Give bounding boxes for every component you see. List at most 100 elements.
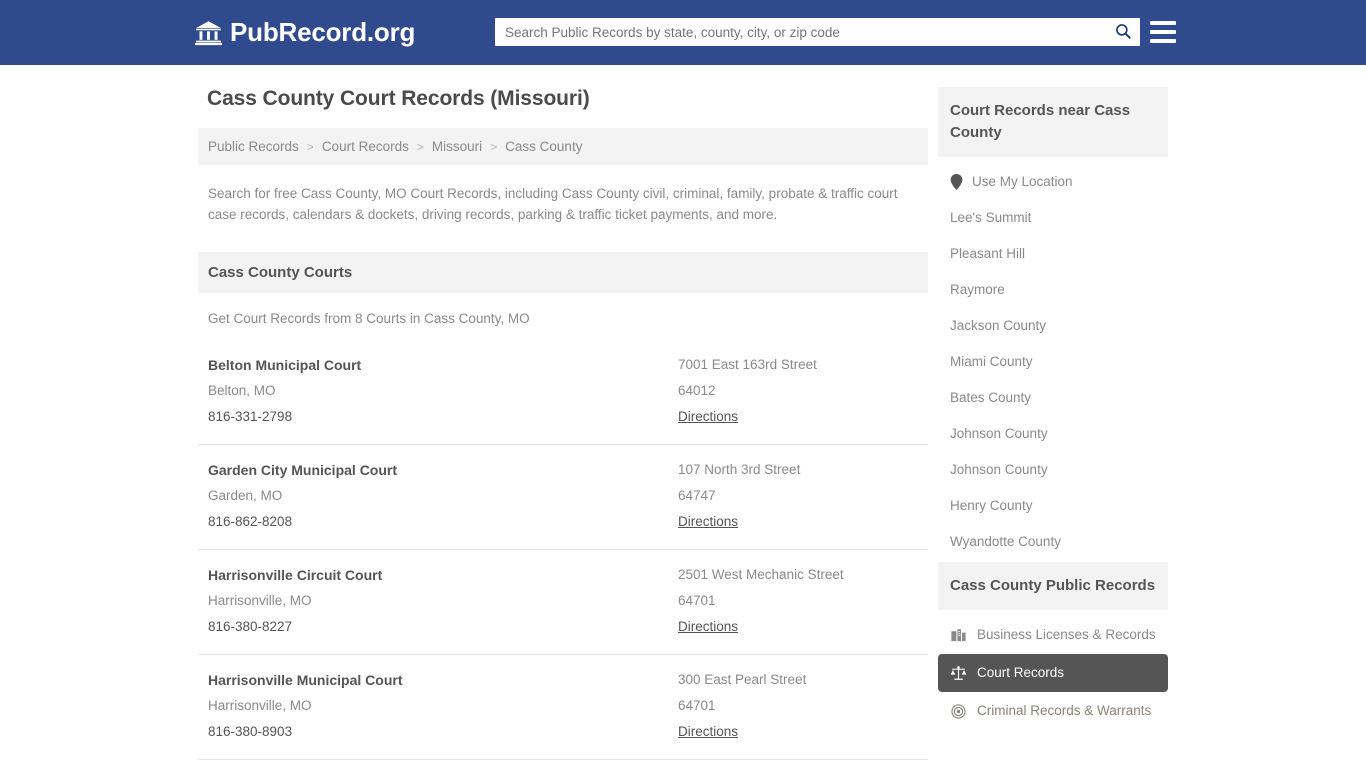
map-pin-icon [950,174,963,190]
page-intro-text: Search for free Cass County, MO Court Re… [208,186,898,222]
search-button[interactable] [1106,19,1140,45]
sidebar-item-label: Lee's Summit [950,210,1032,225]
courts-section-subheading: Get Court Records from 8 Courts in Cass … [208,311,530,326]
sidebar-item-bates-county[interactable]: Bates County [938,380,1168,416]
sidebar-item-label: Johnson County [950,426,1048,441]
sidebar-item-wyandotte-county[interactable]: Wyandotte County [938,524,1168,560]
nearby-panel-heading: Court Records near Cass County [938,87,1168,157]
sidebar-item-miami-county[interactable]: Miami County [938,344,1168,380]
court-right-cell: 2501 West Mechanic Street 64701 Directio… [678,562,918,640]
hamburger-bar-1 [1150,21,1176,25]
court-city-state: Belton, MO [208,383,276,398]
search-input[interactable] [495,19,1106,45]
court-left-cell: Garden City Municipal Court Garden, MO 8… [208,457,678,535]
main-column: Cass County Court Records (Missouri) Pub… [198,87,928,768]
sidebar-item-henry-county[interactable]: Henry County [938,488,1168,524]
court-name: Harrisonville Municipal Court [208,672,403,688]
table-row: Garden City Municipal Court Garden, MO 8… [198,445,928,550]
court-zip: 64747 [678,488,716,503]
breadcrumb-item-court-records[interactable]: Court Records [322,139,409,154]
court-street: 7001 East 163rd Street [678,357,817,372]
fingerprint-icon [950,703,967,720]
court-street: 107 North 3rd Street [678,462,801,477]
breadcrumb-item-missouri[interactable]: Missouri [432,139,482,154]
page-title: Cass County Court Records (Missouri) [207,87,590,110]
hamburger-menu-icon[interactable] [1150,19,1176,45]
courts-section-heading: Cass County Courts [198,252,928,293]
court-city-state: Garden, MO [208,488,283,503]
directions-link[interactable]: Directions [678,614,738,640]
sidebar-item-lees-summit[interactable]: Lee's Summit [938,200,1168,236]
court-phone: 816-380-8903 [208,724,293,739]
search-icon [1114,22,1132,43]
sidebar-item-label: Wyandotte County [950,534,1061,549]
court-city-state: Harrisonville, MO [208,593,312,608]
sidebar-item-label: Miami County [950,354,1033,369]
sidebar-item-label: Use My Location [972,174,1073,189]
public-records-list: Business Licenses & Records Court Record… [938,616,1168,730]
breadcrumb-separator: > [306,139,314,154]
table-row: Harrisonville Circuit Court Harrisonvill… [198,550,928,655]
court-name: Belton Municipal Court [208,357,362,373]
sidebar-item-johnson-county-2[interactable]: Johnson County [938,452,1168,488]
directions-link[interactable]: Directions [678,719,738,745]
public-records-panel-heading: Cass County Public Records [938,562,1168,610]
court-phone: 816-862-8208 [208,514,293,529]
sidebar-item-court-records[interactable]: Court Records [938,654,1168,692]
sidebar-item-label: Pleasant Hill [950,246,1026,261]
court-phone: 816-331-2798 [208,409,293,424]
breadcrumb-separator: > [490,139,498,154]
sidebar-item-jackson-county[interactable]: Jackson County [938,308,1168,344]
court-right-cell: 107 North 3rd Street 64747 Directions [678,457,918,535]
directions-link[interactable]: Directions [678,404,738,430]
sidebar-item-business-licenses[interactable]: Business Licenses & Records [938,616,1168,654]
court-street: 300 East Pearl Street [678,672,807,687]
court-zip: 64701 [678,698,716,713]
nearby-list: Use My Location Lee's Summit Pleasant Hi… [938,157,1168,560]
sidebar-item-criminal-records[interactable]: Criminal Records & Warrants [938,692,1168,730]
court-name: Harrisonville Circuit Court [208,567,383,583]
table-row: Belton Municipal Court Belton, MO 816-33… [198,340,928,445]
sidebar-item-label: Bates County [950,390,1032,405]
table-row: Harrisonville Municipal Court Harrisonvi… [198,655,928,760]
sidebar-item-label: Johnson County [950,462,1048,477]
sidebar-item-label: Criminal Records & Warrants [977,703,1152,718]
court-street: 2501 West Mechanic Street [678,567,844,582]
breadcrumb-item-public-records[interactable]: Public Records [208,139,299,154]
sidebar-item-label: Court Records [977,665,1065,680]
sidebar-item-label: Business Licenses & Records [977,627,1156,642]
sidebar-item-label: Raymore [950,282,1005,297]
nearby-records-panel: Court Records near Cass County Use My Lo… [938,87,1168,560]
business-building-icon [950,627,967,644]
sidebar-item-label: Henry County [950,498,1033,513]
court-left-cell: Belton Municipal Court Belton, MO 816-33… [208,352,678,430]
breadcrumb: Public Records > Court Records > Missour… [198,128,928,165]
sidebar-item-raymore[interactable]: Raymore [938,272,1168,308]
hamburger-bar-3 [1150,39,1176,43]
sidebar-item-pleasant-hill[interactable]: Pleasant Hill [938,236,1168,272]
directions-link[interactable]: Directions [678,509,738,535]
hamburger-bar-2 [1150,30,1176,34]
court-city-state: Harrisonville, MO [208,698,312,713]
court-right-cell: 300 East Pearl Street 64701 Directions [678,667,918,745]
site-logo[interactable]: PubRecord.org [195,17,415,48]
sidebar-item-label: Jackson County [950,318,1047,333]
sidebar-item-johnson-county-1[interactable]: Johnson County [938,416,1168,452]
breadcrumb-item-cass-county: Cass County [505,139,583,154]
court-right-cell: 7001 East 163rd Street 64012 Directions [678,352,918,430]
table-row: Lake Winnebago Municipal Court Lake Winn… [198,760,928,768]
brand-name: PubRecord.org [230,17,416,47]
breadcrumb-separator: > [416,139,424,154]
page-body: Cass County Court Records (Missouri) Pub… [0,65,1366,768]
sidebar: Court Records near Cass County Use My Lo… [938,87,1168,732]
site-header: PubRecord.org [0,0,1366,65]
court-zip: 64701 [678,593,716,608]
court-left-cell: Harrisonville Municipal Court Harrisonvi… [208,667,678,745]
search-bar [495,18,1140,46]
court-left-cell: Harrisonville Circuit Court Harrisonvill… [208,562,678,640]
scales-of-justice-icon [950,665,967,682]
court-phone: 816-380-8227 [208,619,293,634]
court-name: Garden City Municipal Court [208,462,398,478]
sidebar-item-use-my-location[interactable]: Use My Location [938,157,1168,200]
content-container: Cass County Court Records (Missouri) Pub… [198,65,1168,768]
